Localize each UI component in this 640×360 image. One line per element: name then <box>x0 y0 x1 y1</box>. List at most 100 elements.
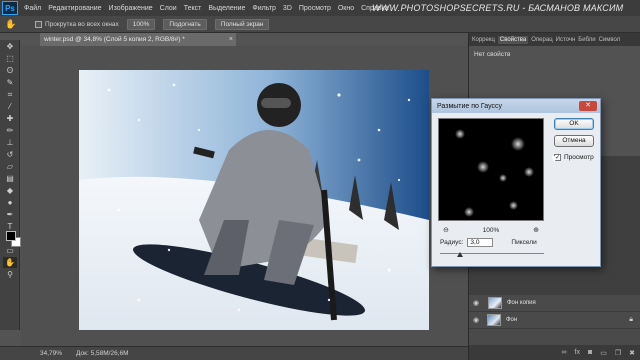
photo-canvas[interactable] <box>79 70 429 330</box>
tools-panel: ✥ ⬚ ʘ ✎ ⌗ ⁄ ✚ ✏ ⊥ ↺ ▱ ▤ ◆ ● ✒ T ➤ ▭ ✋ ⚲ <box>0 40 21 330</box>
panel-tabs: Коррекц Свойства Операц Источн Библи Сим… <box>469 33 640 46</box>
eraser-icon[interactable]: ▱ <box>3 161 17 172</box>
ok-button[interactable]: OK <box>554 118 594 130</box>
crop-icon[interactable]: ⌗ <box>3 89 17 100</box>
menu-image[interactable]: Изображение <box>109 5 153 12</box>
gaussian-blur-dialog: Размытие по Гауссу ✕ ⊖ 100% ⊕ Радиус: 3,… <box>431 98 601 267</box>
move-icon[interactable]: ✥ <box>3 41 17 52</box>
photoshop-window: Ps Файл Редактирование Изображение Слои … <box>0 0 640 360</box>
hand-tool-icon[interactable]: ✋ <box>3 257 17 268</box>
zoom-in-icon[interactable]: ⊕ <box>533 226 539 234</box>
document-tab[interactable]: winter.psd @ 34,8% (Слой 5 копия 2, RGB/… <box>40 33 236 46</box>
layer-thumbnail <box>487 314 501 326</box>
healing-icon[interactable]: ✚ <box>3 113 17 124</box>
lasso-icon[interactable]: ʘ <box>3 65 17 76</box>
tab-adjustments[interactable]: Коррекц <box>472 37 495 43</box>
dialog-titlebar[interactable]: Размытие по Гауссу ✕ <box>432 99 600 113</box>
options-bar: ✋ Прокрутка во всех окнах 100% Подогнать… <box>0 16 640 33</box>
radius-label: Радиус: <box>440 239 464 246</box>
snowflake-blur <box>477 161 489 173</box>
photoshop-logo: Ps <box>2 1 18 15</box>
radius-slider-handle[interactable] <box>457 252 463 257</box>
menu-window[interactable]: Окно <box>338 5 354 12</box>
gradient-icon[interactable]: ▤ <box>3 173 17 184</box>
document-size: Док: 5,58M/26,6M <box>76 350 129 357</box>
scroll-all-checkbox[interactable] <box>35 20 42 28</box>
blur-icon[interactable]: ◆ <box>3 185 17 196</box>
watermark-text: WWW.PHOTOSHOPSECRETS.RU - БАСМАНОВ МАКСИ… <box>372 3 624 13</box>
link-icon[interactable]: ∞ <box>562 349 567 356</box>
dodge-icon[interactable]: ● <box>3 197 17 208</box>
menu-items: Файл Редактирование Изображение Слои Тек… <box>24 5 396 12</box>
menu-type[interactable]: Текст <box>184 5 202 12</box>
scroll-all-label: Прокрутка во всех окнах <box>45 20 119 28</box>
zoom-100-button[interactable]: 100% <box>126 18 156 30</box>
tab-character[interactable]: Символ <box>599 37 621 43</box>
dialog-body: ⊖ 100% ⊕ Радиус: 3,0 Пиксели OK Отмена ✓… <box>432 113 600 266</box>
radius-input[interactable]: 3,0 <box>467 238 494 247</box>
preview-zoom-row: ⊖ 100% ⊕ <box>438 225 544 235</box>
snowflake-blur <box>455 129 465 139</box>
snowflake-blur <box>524 167 534 177</box>
preview-checkbox-row[interactable]: ✓ Просмотр <box>554 154 594 161</box>
tab-libraries[interactable]: Библи <box>578 37 595 43</box>
full-screen-button[interactable]: Полный экран <box>214 18 270 30</box>
menu-select[interactable]: Выделение <box>208 5 245 12</box>
pen-icon[interactable]: ✒ <box>3 209 17 220</box>
close-icon[interactable]: ✕ <box>579 101 597 111</box>
quick-select-icon[interactable]: ✎ <box>3 77 17 88</box>
trash-icon[interactable]: ✖ <box>629 349 635 357</box>
layer-thumbnail <box>488 297 502 309</box>
tab-clone-source[interactable]: Источн <box>556 37 576 43</box>
radius-slider-track[interactable] <box>440 253 544 254</box>
menu-layers[interactable]: Слои <box>160 5 177 12</box>
menu-filter[interactable]: Фильтр <box>252 5 276 12</box>
eye-icon[interactable]: ◉ <box>473 299 485 307</box>
dialog-title: Размытие по Гауссу <box>437 102 503 110</box>
fx-icon[interactable]: fx <box>575 349 580 356</box>
tab-actions[interactable]: Операц <box>531 37 552 43</box>
preview-label: Просмотр <box>564 154 594 161</box>
layers-footer: ∞ fx ◙ ▭ ❐ ✖ <box>469 345 640 360</box>
snowflake-blur <box>464 207 474 217</box>
eyedropper-icon[interactable]: ⁄ <box>3 101 17 112</box>
eye-icon[interactable]: ◉ <box>473 316 485 324</box>
snowboarder-photo <box>79 70 429 330</box>
tab-properties[interactable]: Свойства <box>497 35 529 44</box>
menu-edit[interactable]: Редактирование <box>48 5 101 12</box>
snowflake-blur <box>509 201 518 210</box>
close-icon[interactable]: × <box>229 33 233 46</box>
layer-name: Фон копия <box>507 300 536 306</box>
hand-icon[interactable]: ✋ <box>5 18 17 30</box>
menu-bar: Ps Файл Редактирование Изображение Слои … <box>0 0 640 16</box>
new-layer-icon[interactable]: ❐ <box>615 349 621 357</box>
brush-icon[interactable]: ✏ <box>3 125 17 136</box>
snowflake-blur <box>499 174 507 182</box>
marquee-icon[interactable]: ⬚ <box>3 53 17 64</box>
lock-icon: 🔒︎ <box>629 316 633 323</box>
zoom-level[interactable]: 34,79% <box>40 350 62 357</box>
layer-row[interactable]: ◉ Фон копия <box>469 295 640 312</box>
layers-list: ◉ Фон копия ◉ Фон 🔒︎ <box>469 295 640 345</box>
stamp-icon[interactable]: ⊥ <box>3 137 17 148</box>
foreground-color-swatch[interactable] <box>6 231 16 241</box>
layer-name: Фон <box>506 317 518 323</box>
folder-icon[interactable]: ▭ <box>600 349 607 357</box>
snowflake-blur <box>511 137 525 151</box>
blur-preview[interactable] <box>438 118 544 221</box>
menu-view[interactable]: Просмотр <box>299 5 331 12</box>
zoom-out-icon[interactable]: ⊖ <box>443 226 449 234</box>
menu-file[interactable]: Файл <box>24 5 41 12</box>
radius-row: Радиус: 3,0 Пиксели <box>440 238 537 247</box>
status-bar: 34,79% Док: 5,58M/26,6M <box>0 346 470 360</box>
radius-unit: Пиксели <box>511 239 537 246</box>
fit-screen-button[interactable]: Подогнать <box>163 18 207 30</box>
cancel-button[interactable]: Отмена <box>554 135 594 147</box>
no-properties-text: Нет свойств <box>474 51 511 58</box>
mask-icon[interactable]: ◙ <box>588 349 592 356</box>
layer-row[interactable]: ◉ Фон 🔒︎ <box>469 312 640 329</box>
history-brush-icon[interactable]: ↺ <box>3 149 17 160</box>
zoom-icon[interactable]: ⚲ <box>3 269 17 280</box>
document-title: winter.psd @ 34,8% (Слой 5 копия 2, RGB/… <box>44 36 185 43</box>
menu-3d[interactable]: 3D <box>283 5 292 12</box>
